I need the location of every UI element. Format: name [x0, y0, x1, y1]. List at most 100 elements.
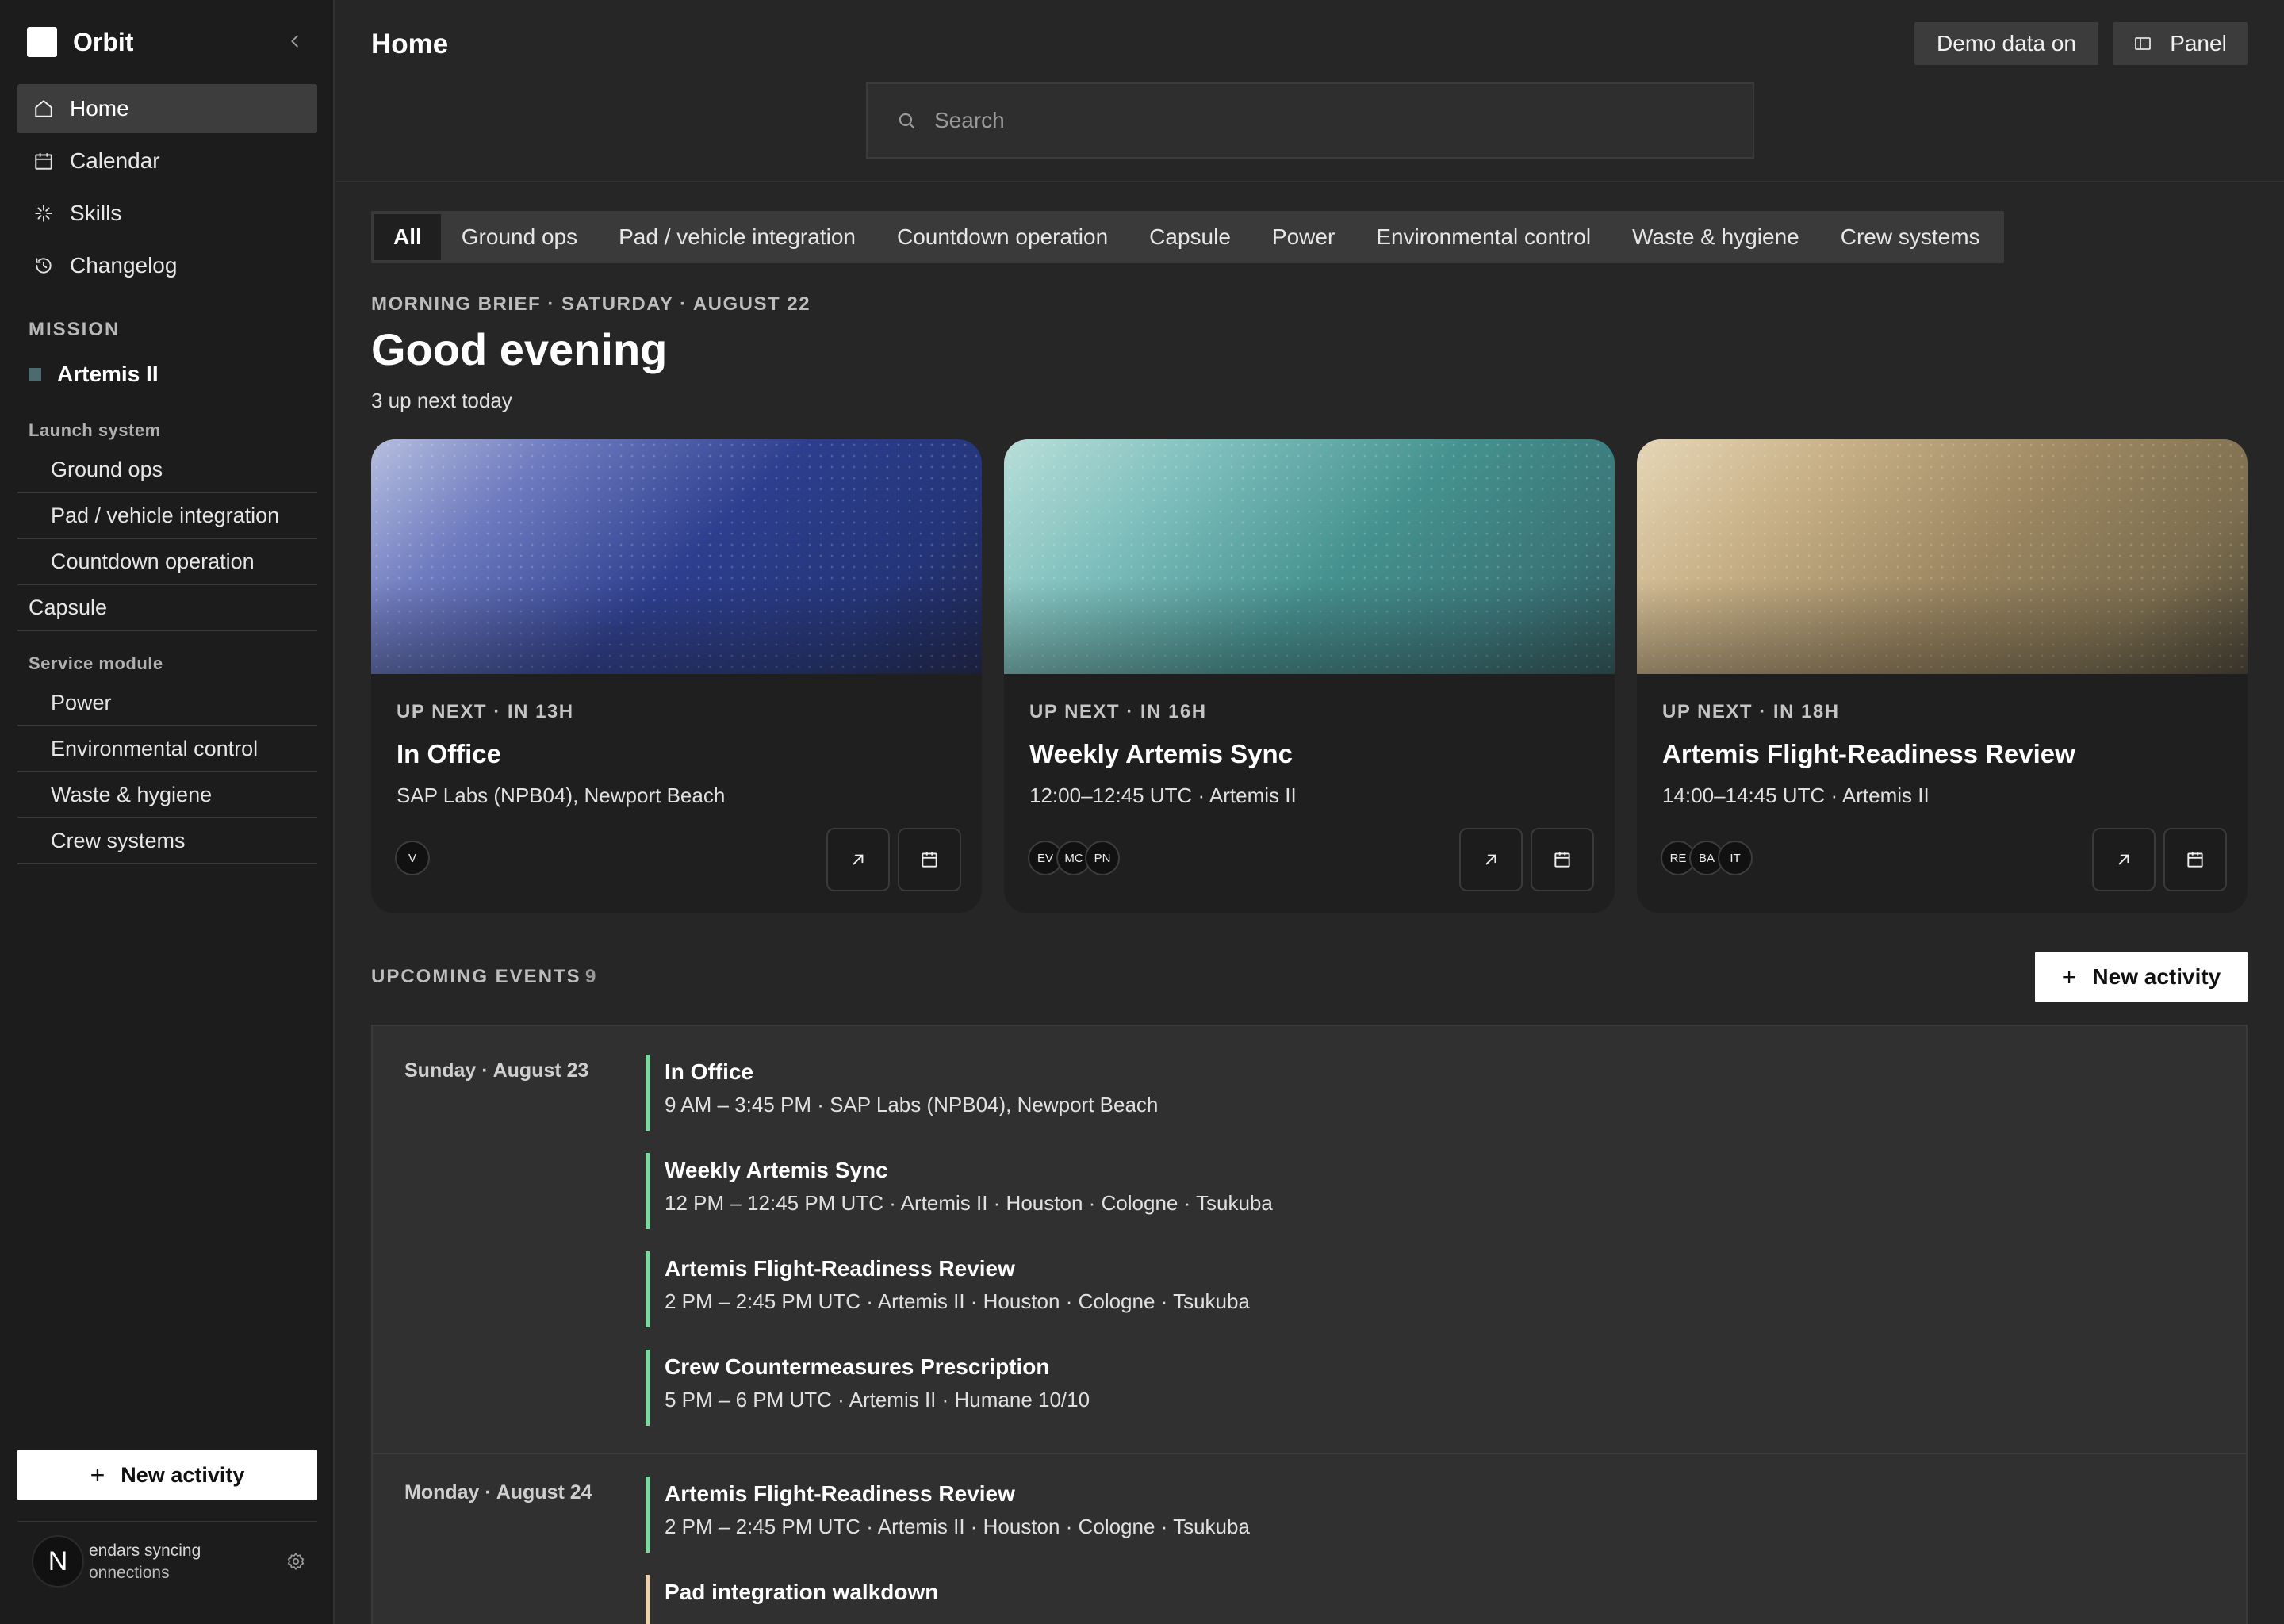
skills-icon — [32, 201, 56, 225]
tree-item-crew-systems[interactable]: Crew systems — [17, 818, 317, 864]
event-item[interactable]: Artemis Flight-Readiness Review 2 PM – 2… — [646, 1251, 2152, 1327]
tree-item-ground-ops[interactable]: Ground ops — [17, 447, 317, 493]
open-event-button[interactable] — [2092, 828, 2156, 891]
open-event-button[interactable] — [1459, 828, 1523, 891]
new-activity-label: New activity — [121, 1462, 245, 1487]
demo-data-toggle[interactable]: Demo data on — [1914, 22, 2098, 65]
main-content: Home Demo data on Panel All Ground ops P… — [336, 0, 2284, 1624]
tab-crew-systems[interactable]: Crew systems — [1820, 214, 2001, 260]
event-title: Pad integration walkdown — [665, 1580, 939, 1604]
open-event-button[interactable] — [826, 828, 890, 891]
category-tabs: All Ground ops Pad / vehicle integration… — [371, 211, 2004, 263]
avatar[interactable]: IT — [1718, 841, 1753, 875]
avatar[interactable]: V — [395, 841, 430, 875]
search-input[interactable] — [934, 108, 1711, 133]
mission-section-label: MISSION — [29, 319, 121, 340]
add-to-calendar-button[interactable] — [2163, 828, 2227, 891]
event-meta: 12 PM – 12:45 PM UTC · Artemis II · Hous… — [665, 1191, 1273, 1215]
sidebar-new-activity-button[interactable]: + New activity — [17, 1450, 317, 1500]
event-title: Weekly Artemis Sync — [665, 1158, 888, 1182]
add-to-calendar-button[interactable] — [1531, 828, 1594, 891]
event-title: In Office — [665, 1059, 754, 1084]
event-title: Artemis Flight-Readiness Review — [665, 1481, 1015, 1506]
card-hero-image — [1637, 439, 2248, 674]
day-label: Sunday · August 23 — [404, 1059, 589, 1082]
new-activity-button[interactable]: + New activity — [2035, 952, 2248, 1002]
arrow-up-right-icon — [1485, 854, 1496, 865]
sidebar-divider — [17, 1521, 317, 1522]
event-meta: 5 PM – 6 PM UTC · Artemis II · Humane 10… — [665, 1388, 1090, 1411]
event-meta: 9 AM – 3:45 PM · SAP Labs (NPB04), Newpo… — [665, 1093, 1159, 1116]
tab-all[interactable]: All — [374, 214, 441, 260]
page-title: Home — [371, 29, 449, 59]
sync-settings-button[interactable] — [282, 1548, 309, 1575]
event-item[interactable]: Artemis Flight-Readiness Review 2 PM – 2… — [646, 1477, 2152, 1553]
avatar[interactable]: PN — [1085, 841, 1120, 875]
tab-power[interactable]: Power — [1251, 214, 1355, 260]
panel-icon — [2135, 37, 2152, 50]
collapse-sidebar-button[interactable] — [281, 27, 309, 56]
day-label: Monday · August 24 — [404, 1481, 592, 1503]
card-kicker: UP NEXT · IN 18H — [1662, 701, 1840, 722]
tree-item-countdown-operation[interactable]: Countdown operation — [17, 539, 317, 585]
upcoming-events-label: UPCOMING EVENTS — [371, 966, 581, 987]
tree-item-environmental-control[interactable]: Environmental control — [17, 726, 317, 772]
tab-environmental-control[interactable]: Environmental control — [1355, 214, 1611, 260]
sidebar: Orbit Home Calendar Skills Changelog MIS… — [0, 0, 335, 1624]
event-color-bar — [646, 1350, 650, 1426]
tab-waste-hygiene[interactable]: Waste & hygiene — [1611, 214, 1820, 260]
event-color-bar — [646, 1055, 650, 1131]
card-kicker: UP NEXT · IN 13H — [397, 701, 574, 722]
card-subtitle: 12:00–12:45 UTC · Artemis II — [1029, 783, 1297, 807]
up-next-card[interactable]: UP NEXT · IN 13H In Office SAP Labs (NPB… — [371, 439, 982, 914]
orbit-logo — [27, 27, 57, 57]
tab-ground-ops[interactable]: Ground ops — [441, 214, 598, 260]
panel-toggle-button[interactable]: Panel — [2113, 22, 2248, 65]
mission-artemis-ii[interactable]: Artemis II — [29, 362, 159, 387]
event-meta: 2 PM – 2:45 PM UTC · Artemis II · Housto… — [665, 1289, 1250, 1313]
launch-system-tree: Ground ops Pad / vehicle integration Cou… — [17, 447, 317, 631]
search-bar[interactable] — [866, 82, 1754, 159]
event-title: Crew Countermeasures Prescription — [665, 1354, 1050, 1379]
arrow-up-right-icon — [853, 854, 864, 865]
up-next-card[interactable]: UP NEXT · IN 16H Weekly Artemis Sync 12:… — [1004, 439, 1615, 914]
nav-item-home[interactable]: Home — [17, 84, 317, 133]
hero-shade — [1637, 439, 2248, 674]
add-to-calendar-button[interactable] — [898, 828, 961, 891]
tab-countdown-operation[interactable]: Countdown operation — [876, 214, 1129, 260]
tab-pad-vehicle-integration[interactable]: Pad / vehicle integration — [598, 214, 876, 260]
event-item[interactable]: In Office 9 AM – 3:45 PM · SAP Labs (NPB… — [646, 1055, 2152, 1131]
tab-capsule[interactable]: Capsule — [1129, 214, 1251, 260]
nav-item-changelog[interactable]: Changelog — [17, 241, 317, 290]
history-icon — [32, 254, 56, 278]
event-item[interactable]: Pad integration walkdown — [646, 1575, 2152, 1624]
event-item[interactable]: Crew Countermeasures Prescription 5 PM –… — [646, 1350, 2152, 1426]
new-activity-label: New activity — [2092, 964, 2221, 989]
nav-item-skills[interactable]: Skills — [17, 189, 317, 238]
service-module-tree: Power Environmental control Waste & hygi… — [17, 680, 317, 864]
user-avatar[interactable]: N — [32, 1535, 84, 1588]
calendar-sync-status[interactable]: endars syncing onnections N — [17, 1535, 317, 1591]
brand[interactable]: Orbit — [27, 27, 133, 57]
card-kicker: UP NEXT · IN 16H — [1029, 701, 1207, 722]
event-item[interactable]: Weekly Artemis Sync 12 PM – 12:45 PM UTC… — [646, 1153, 2152, 1229]
tree-item-pad-vehicle-integration[interactable]: Pad / vehicle integration — [17, 493, 317, 539]
calendar-icon — [2187, 852, 2203, 868]
home-icon — [32, 97, 56, 121]
card-subtitle: 14:00–14:45 UTC · Artemis II — [1662, 783, 1930, 807]
up-next-summary: 3 up next today — [371, 389, 512, 412]
card-hero-image — [371, 439, 982, 674]
day-divider — [373, 1453, 2246, 1454]
up-next-card[interactable]: UP NEXT · IN 18H Artemis Flight-Readines… — [1637, 439, 2248, 914]
calendar-icon — [922, 852, 937, 868]
tree-item-waste-hygiene[interactable]: Waste & hygiene — [17, 772, 317, 818]
nav-item-calendar[interactable]: Calendar — [17, 136, 317, 186]
tree-item-capsule[interactable]: Capsule — [17, 585, 317, 631]
tree-item-power[interactable]: Power — [17, 680, 317, 726]
group-label-launch-system: Launch system — [29, 420, 161, 440]
calendar-icon — [32, 149, 56, 173]
panel-label: Panel — [2170, 31, 2227, 56]
event-color-bar — [646, 1575, 650, 1624]
card-title: Artemis Flight-Readiness Review — [1662, 739, 2075, 768]
gear-icon — [287, 1552, 305, 1571]
